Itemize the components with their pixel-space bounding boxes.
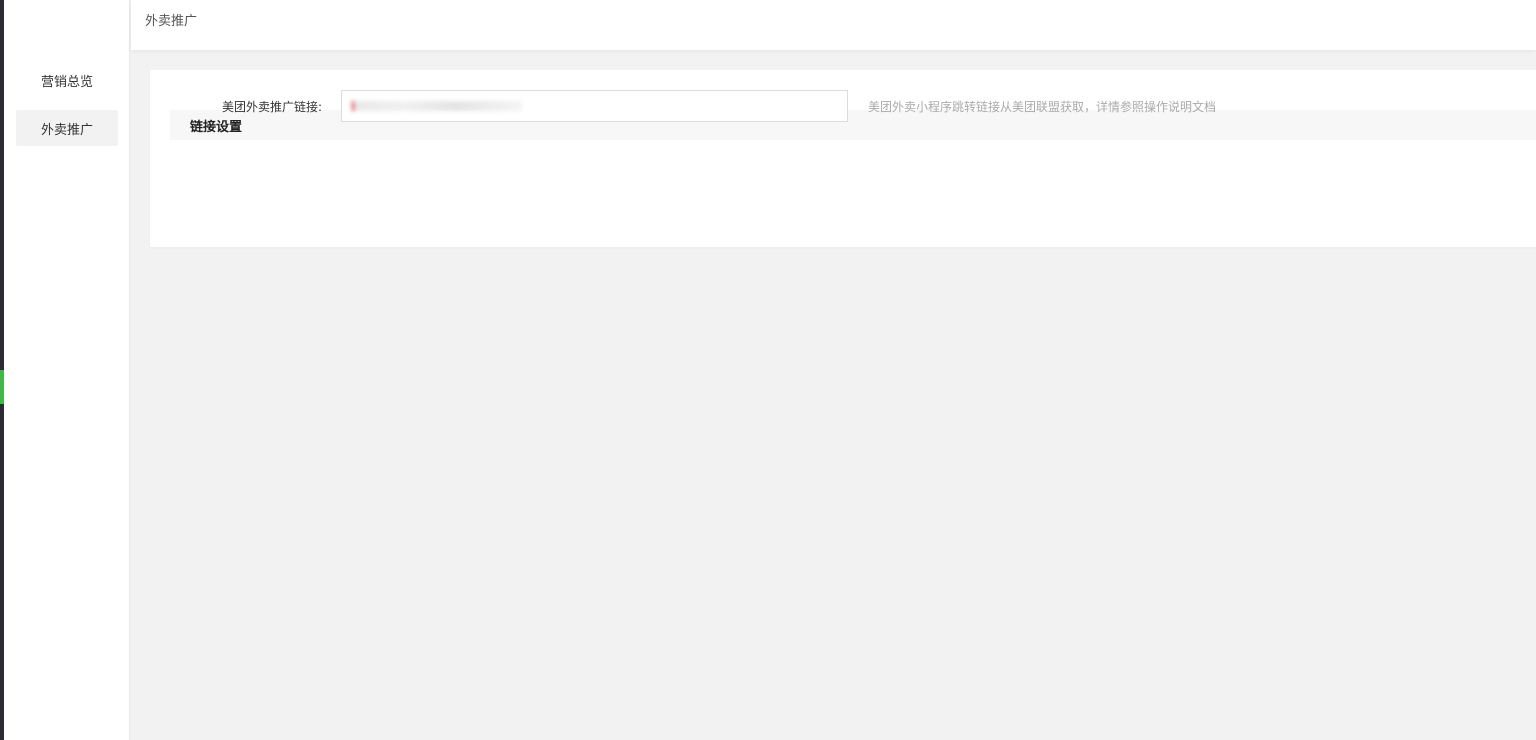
breadcrumb: 外卖推广: [145, 14, 198, 29]
sidebar-item-label: 营销总览: [40, 74, 93, 90]
top-bar: 外卖推广: [131, 0, 1536, 50]
sidebar-item-takeout-promotion[interactable]: 外卖推广: [16, 110, 118, 146]
sidebar: 营销总览 外卖推广: [4, 0, 130, 740]
link-field-label: 美团外卖推广链接:: [221, 99, 322, 114]
link-help-text: 美团外卖小程序跳转链接从美团联盟获取，详情参照操作说明文档: [868, 99, 1217, 114]
redacted-link-value: [352, 101, 522, 111]
sidebar-item-marketing-overview[interactable]: 营销总览: [16, 62, 118, 98]
sidebar-item-label: 外卖推广: [40, 122, 93, 138]
